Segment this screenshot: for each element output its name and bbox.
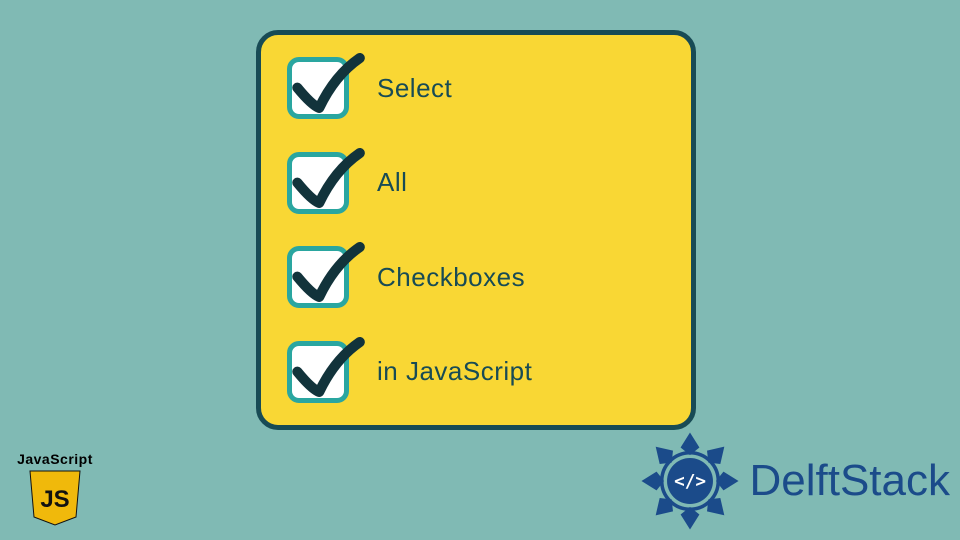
checkmark-icon [288,44,366,122]
brand-emblem-icon: </> [637,428,743,534]
javascript-badge: JavaScript JS [14,451,96,532]
checklist-label: in JavaScript [377,356,532,387]
checkmark-icon [288,328,366,406]
brand-logo: </> DelftStack [637,428,950,534]
checkbox-icon [287,341,349,403]
shield-text: JS [40,486,69,513]
checklist-label: Select [377,73,452,104]
checklist-row: All [287,152,665,214]
checklist-label: Checkboxes [377,262,525,293]
emblem-text: </> [675,472,707,492]
checklist-card: Select All Checkboxes in JavaScript [256,30,696,430]
checklist-row: Select [287,57,665,119]
checkbox-icon [287,152,349,214]
checklist-row: in JavaScript [287,341,665,403]
checkbox-icon [287,57,349,119]
brand-name: DelftStack [749,456,950,506]
checkmark-icon [288,233,366,311]
checklist-row: Checkboxes [287,246,665,308]
checkbox-icon [287,246,349,308]
checklist-label: All [377,167,407,198]
javascript-badge-label: JavaScript [14,451,96,467]
checkmark-icon [288,139,366,217]
javascript-shield-icon: JS [28,469,82,527]
